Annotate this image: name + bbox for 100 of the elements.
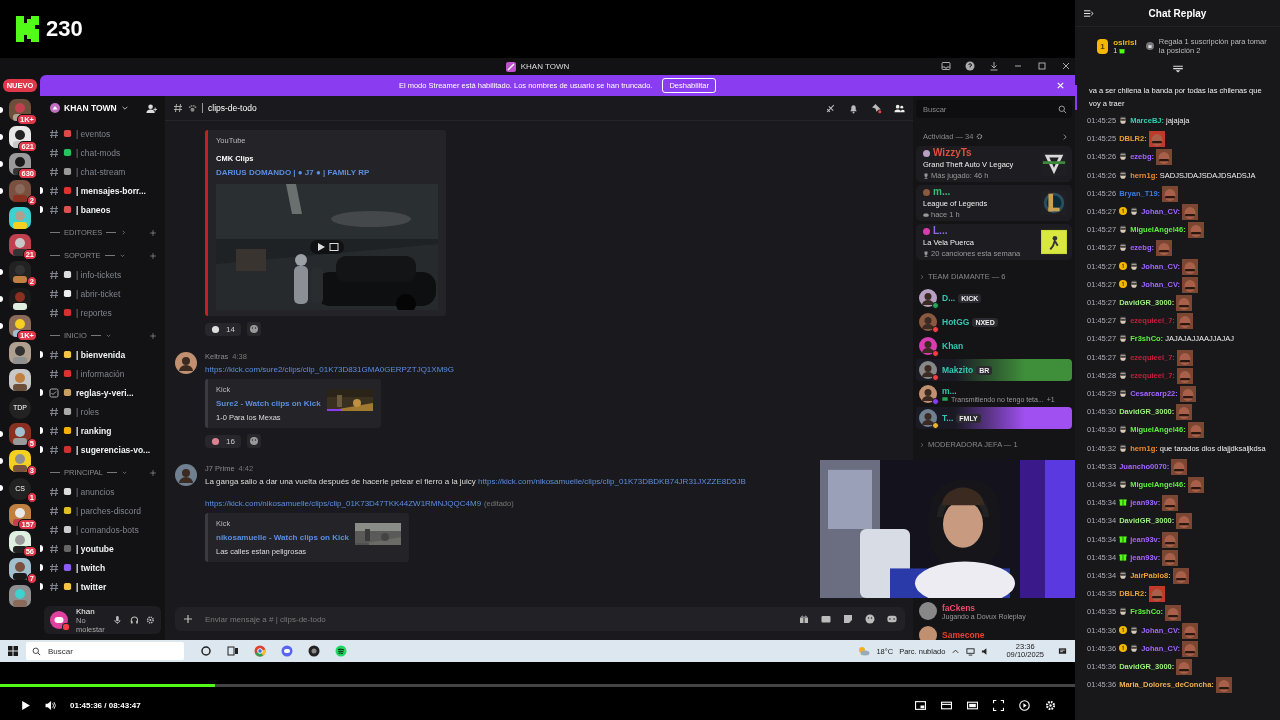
gif-icon[interactable] [821, 614, 831, 624]
channel-item[interactable]: | mensajes-borr... [76, 185, 146, 196]
server-icon[interactable] [9, 423, 31, 445]
add-channel-icon[interactable] [149, 228, 157, 237]
chevron-icon[interactable] [121, 469, 129, 476]
channel-item[interactable]: | abrir-ticket [76, 288, 121, 299]
channel-item[interactable]: reglas-y-veri... [76, 387, 134, 398]
progress-bar[interactable] [0, 684, 1075, 687]
app-icon[interactable] [308, 645, 320, 657]
sticker-icon[interactable] [843, 614, 853, 624]
task-view-icon[interactable] [227, 645, 239, 657]
server-icon[interactable] [9, 585, 31, 607]
add-channel-icon[interactable] [149, 331, 157, 340]
embed-title[interactable]: DARIUS DOMANDO | ● J7 ● | FAMILY RP [216, 168, 438, 177]
avatar-icon [923, 227, 930, 235]
close-icon[interactable] [1061, 61, 1071, 71]
apps-icon[interactable] [887, 614, 897, 624]
server-icon[interactable] [9, 261, 31, 283]
notification-icon[interactable] [1058, 646, 1067, 656]
reaction-button[interactable]: 16 [205, 434, 241, 448]
message-link[interactable]: https://kick.com/sure2/clips/clip_01K73D831GMA0GERPZTJQ1XM9G [205, 365, 454, 374]
download-icon[interactable] [989, 61, 999, 71]
server-name[interactable]: KHAN TOWN [64, 103, 117, 113]
channel-item[interactable]: | baneos [76, 204, 111, 215]
volume-icon[interactable] [45, 699, 56, 711]
member-item[interactable]: Khan [916, 335, 1072, 357]
discord-icon[interactable] [281, 645, 293, 657]
plus-icon[interactable] [183, 614, 193, 624]
help-icon[interactable] [965, 61, 975, 71]
play-icon[interactable] [20, 699, 31, 711]
reaction-button[interactable]: 14 [205, 322, 241, 336]
speed-icon[interactable] [1019, 699, 1030, 711]
headphones-icon[interactable] [129, 615, 139, 625]
message-link[interactable]: https://kick.com/nikosamuelle/clips/clip_01K73DBDKB74JR31JXZZE8D5JB [478, 477, 746, 486]
server-icon[interactable] [9, 342, 31, 364]
embed-title[interactable]: Sure2 - Watch clips on Kick [216, 399, 321, 408]
chevron-right-icon[interactable] [1061, 132, 1069, 141]
chevron-down-icon[interactable] [120, 104, 129, 112]
search-bar[interactable]: Buscar [26, 642, 184, 660]
chevron-icon[interactable] [118, 252, 126, 259]
maximize-icon[interactable] [1037, 61, 1047, 71]
window-icon[interactable] [967, 699, 978, 711]
server-icon[interactable] [9, 450, 31, 472]
bell-icon[interactable] [848, 102, 859, 114]
network-icon[interactable] [966, 646, 976, 656]
avatar-icon[interactable] [175, 352, 197, 374]
channel-item[interactable]: | twitter [76, 581, 107, 592]
windows-icon[interactable] [8, 646, 18, 656]
collapse-icon[interactable] [1083, 9, 1094, 18]
channel-item[interactable]: | bienvenida [76, 349, 126, 360]
settings-icon[interactable] [146, 615, 155, 625]
inbox-icon[interactable] [941, 61, 951, 71]
gift-icon[interactable] [799, 614, 809, 624]
theater-icon[interactable] [941, 699, 952, 711]
server-icon[interactable] [9, 558, 31, 580]
handle-icon[interactable] [1171, 65, 1184, 73]
server-icon[interactable] [9, 207, 31, 229]
microphone-icon[interactable] [112, 615, 122, 625]
add-reaction-icon[interactable] [246, 322, 261, 336]
channel-item[interactable]: | parches-discord [76, 505, 142, 516]
channel-item[interactable]: | youtube [76, 543, 114, 554]
add-reaction-icon[interactable] [246, 434, 261, 448]
add-channel-icon[interactable] [149, 251, 157, 260]
spotify-icon[interactable] [335, 645, 347, 657]
server-icon[interactable] [9, 369, 31, 391]
chevron-icon[interactable] [104, 332, 112, 339]
channel-item[interactable]: | info-tickets [76, 269, 122, 280]
channel-item[interactable]: | sugerencias-vo... [76, 444, 151, 455]
add-channel-icon[interactable] [149, 468, 157, 477]
play-icon[interactable] [310, 240, 344, 254]
chevron-icon[interactable] [120, 229, 128, 236]
circle-icon[interactable] [200, 645, 212, 657]
search-field[interactable]: Buscar [46, 645, 178, 657]
threads-icon[interactable] [825, 102, 836, 114]
message-field[interactable]: Enviar mensaje a # | clips-de-todo [203, 613, 789, 625]
emote-icon [1176, 295, 1193, 312]
emoji-icon[interactable] [865, 614, 875, 624]
channel-item[interactable]: | eventos [76, 128, 111, 139]
fullscreen-icon[interactable] [993, 699, 1004, 711]
channel-item[interactable]: | anuncios [76, 486, 115, 497]
channel-item[interactable]: | comandos-bots [76, 524, 139, 535]
gifter-name[interactable]: osirisl [1113, 38, 1137, 47]
member-item[interactable]: Samecone [916, 624, 1072, 640]
add-member-icon[interactable] [146, 102, 157, 114]
chrome-icon[interactable] [254, 645, 266, 657]
channel-item[interactable]: | roles [76, 406, 99, 417]
server-icon[interactable] [9, 288, 31, 310]
channel-item[interactable]: | chat-mods [76, 147, 121, 158]
channel-item[interactable]: | información [76, 368, 125, 379]
embed-title[interactable]: nikosamuelle - Watch clips on Kick [216, 533, 350, 542]
composer-bar[interactable]: Enviar mensaje a # | clips-de-todo [175, 607, 905, 631]
emote-icon [1176, 313, 1193, 330]
channel-item[interactable]: | ranking [76, 425, 112, 436]
channel-item[interactable]: | chat-stream [76, 166, 126, 177]
picture-in-picture-icon[interactable] [915, 699, 926, 711]
channel-item[interactable]: | twitch [76, 562, 106, 573]
message-link[interactable]: https://kick.com/nikosamuelle/clips/clip_01K73D47TKK44ZW1RMNJQQC4M9 [205, 499, 482, 508]
channel-item[interactable]: | reportes [76, 307, 112, 318]
members-icon[interactable] [894, 102, 905, 114]
pin-icon[interactable] [871, 102, 882, 114]
